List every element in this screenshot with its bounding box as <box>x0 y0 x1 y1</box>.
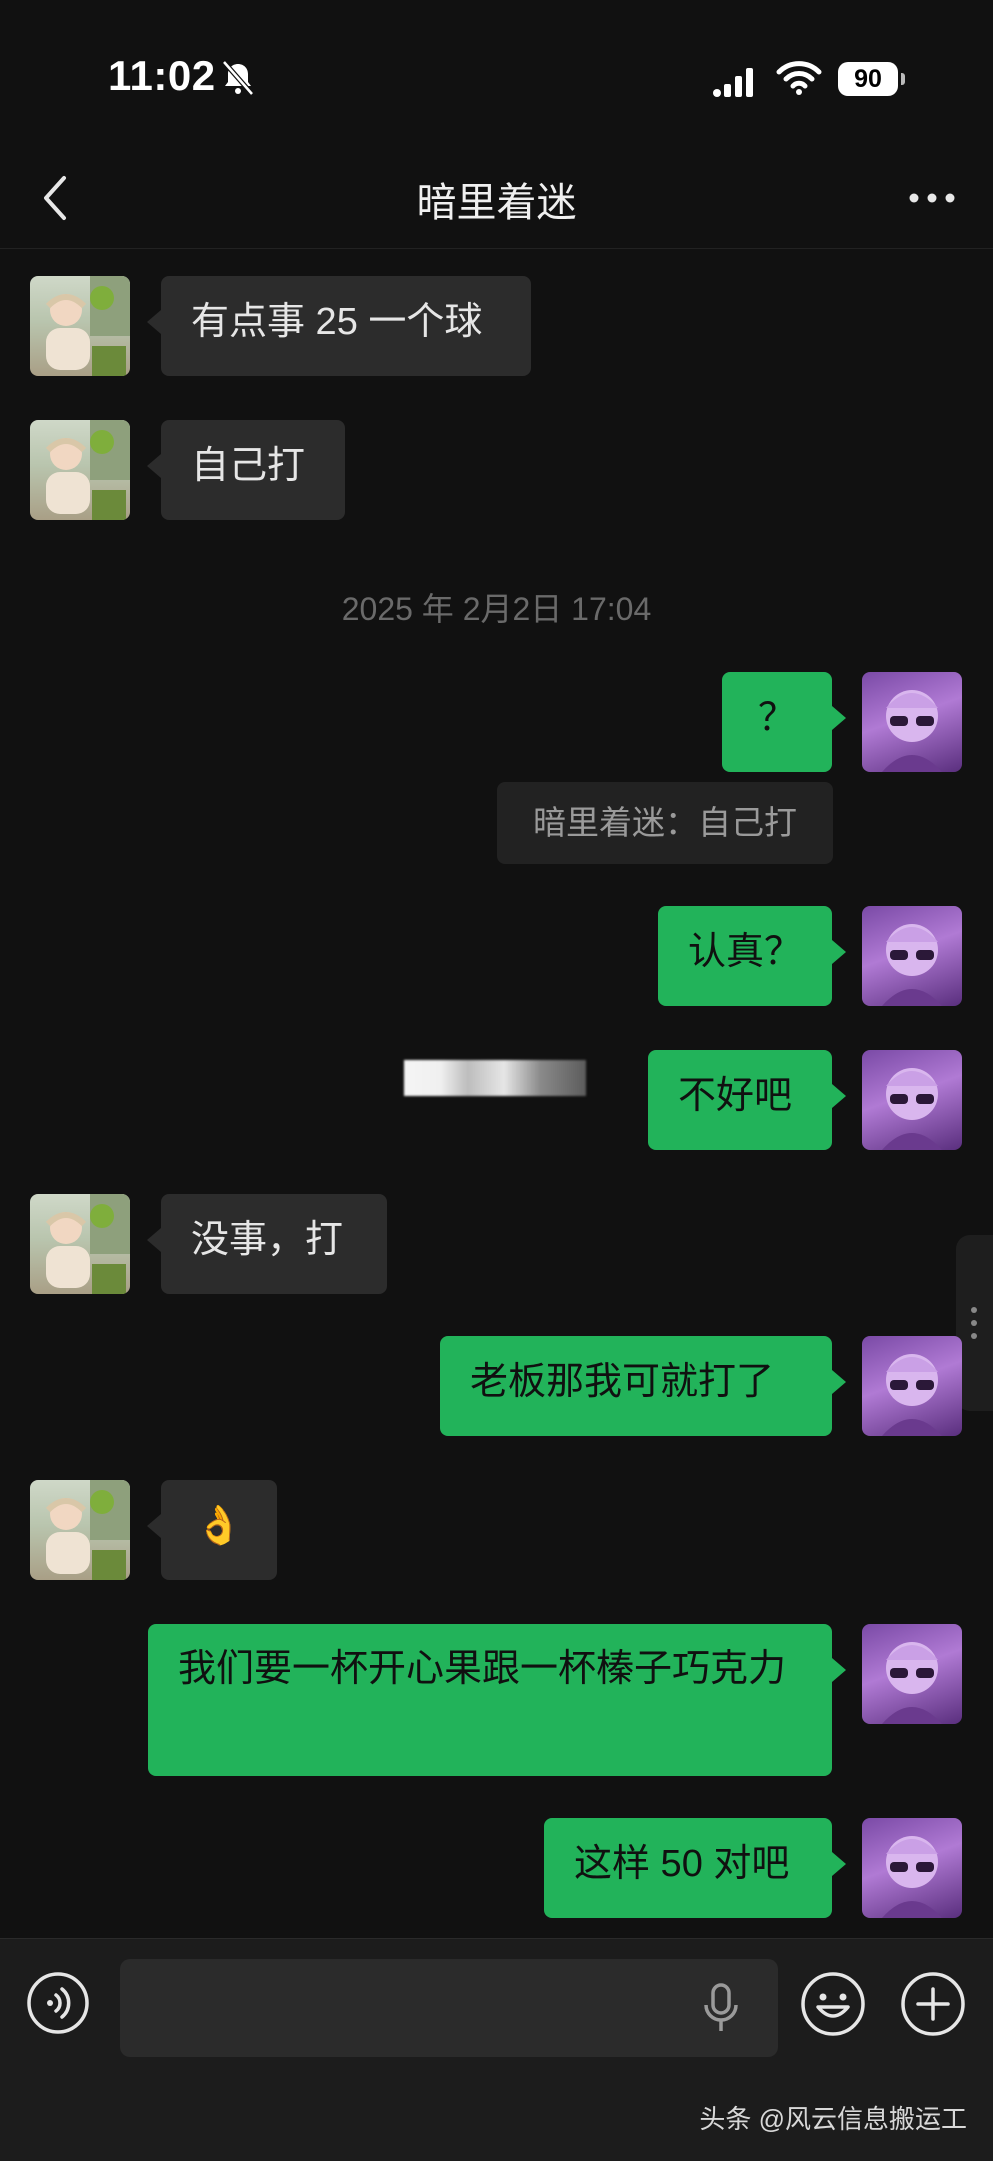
my-avatar[interactable] <box>862 1818 962 1918</box>
baby-photo-icon <box>45 1194 130 1294</box>
quoted-message[interactable]: 暗里着迷：自己打 <box>497 782 833 864</box>
received-message-bubble[interactable]: 没事，打 <box>147 1194 387 1294</box>
user-photo-icon <box>882 1354 942 1436</box>
my-avatar[interactable] <box>862 1624 962 1724</box>
sent-message-bubble[interactable]: ？ <box>722 672 846 772</box>
watermark-text: 头条 @风云信息搬运工 <box>699 2104 967 2134</box>
battery-indicator: 90 <box>838 62 905 96</box>
bell-muted-icon <box>222 60 254 96</box>
input-toolbar: 头条 @风云信息搬运工 <box>0 1938 993 2161</box>
my-avatar[interactable] <box>862 672 962 772</box>
status-time: 11:02 <box>108 52 216 99</box>
my-avatar[interactable] <box>862 1050 962 1150</box>
redacted-area <box>404 1060 586 1096</box>
user-photo-icon <box>882 690 942 772</box>
contact-avatar[interactable] <box>30 1480 130 1580</box>
received-message-bubble[interactable]: 有点事 25 一个球 <box>147 276 531 376</box>
message-list[interactable]: 有点事 25 一个球 自己打 2025 年 2月2日 17:04 ？ 暗里着迷：… <box>0 250 993 1938</box>
status-bar: 11:02 90 <box>0 0 993 150</box>
voice-input-icon[interactable] <box>26 1971 90 2035</box>
chat-timestamp: 2025 年 2月2日 17:04 <box>341 591 652 627</box>
sent-message-bubble[interactable]: 这样 50 对吧 <box>544 1818 846 1918</box>
contact-avatar[interactable] <box>30 1194 130 1294</box>
emoji-icon[interactable] <box>800 1971 866 2037</box>
baby-photo-icon <box>45 1480 130 1580</box>
sent-message-bubble[interactable]: 不好吧 <box>648 1050 846 1150</box>
contact-avatar[interactable] <box>30 420 130 520</box>
received-message-bubble[interactable]: 自己打 <box>147 420 345 520</box>
cellular-signal-icon <box>713 68 753 97</box>
user-photo-icon <box>882 1642 942 1724</box>
microphone-icon[interactable] <box>702 1981 740 2035</box>
my-avatar[interactable] <box>862 1336 962 1436</box>
sent-message-bubble[interactable]: 认真？ <box>658 906 846 1006</box>
user-photo-icon <box>882 1068 942 1150</box>
more-options-icon[interactable] <box>907 186 957 210</box>
sent-message-bubble[interactable]: 老板那我可就打了 <box>440 1336 846 1436</box>
sent-message-bubble[interactable]: 我们要一杯开心果跟一杯榛子巧克力 <box>148 1624 846 1776</box>
user-photo-icon <box>882 924 942 1006</box>
received-message-bubble[interactable]: 👌 <box>147 1480 277 1580</box>
my-avatar[interactable] <box>862 906 962 1006</box>
message-input[interactable] <box>120 1959 778 2057</box>
chat-title: 暗里着迷 <box>416 181 577 225</box>
add-attachment-icon[interactable] <box>900 1971 966 2037</box>
chat-header: 暗里着迷 <box>0 150 993 249</box>
contact-avatar[interactable] <box>30 276 130 376</box>
baby-photo-icon <box>45 420 130 520</box>
baby-photo-icon <box>45 276 130 376</box>
user-photo-icon <box>882 1836 942 1918</box>
wifi-icon <box>776 61 822 95</box>
